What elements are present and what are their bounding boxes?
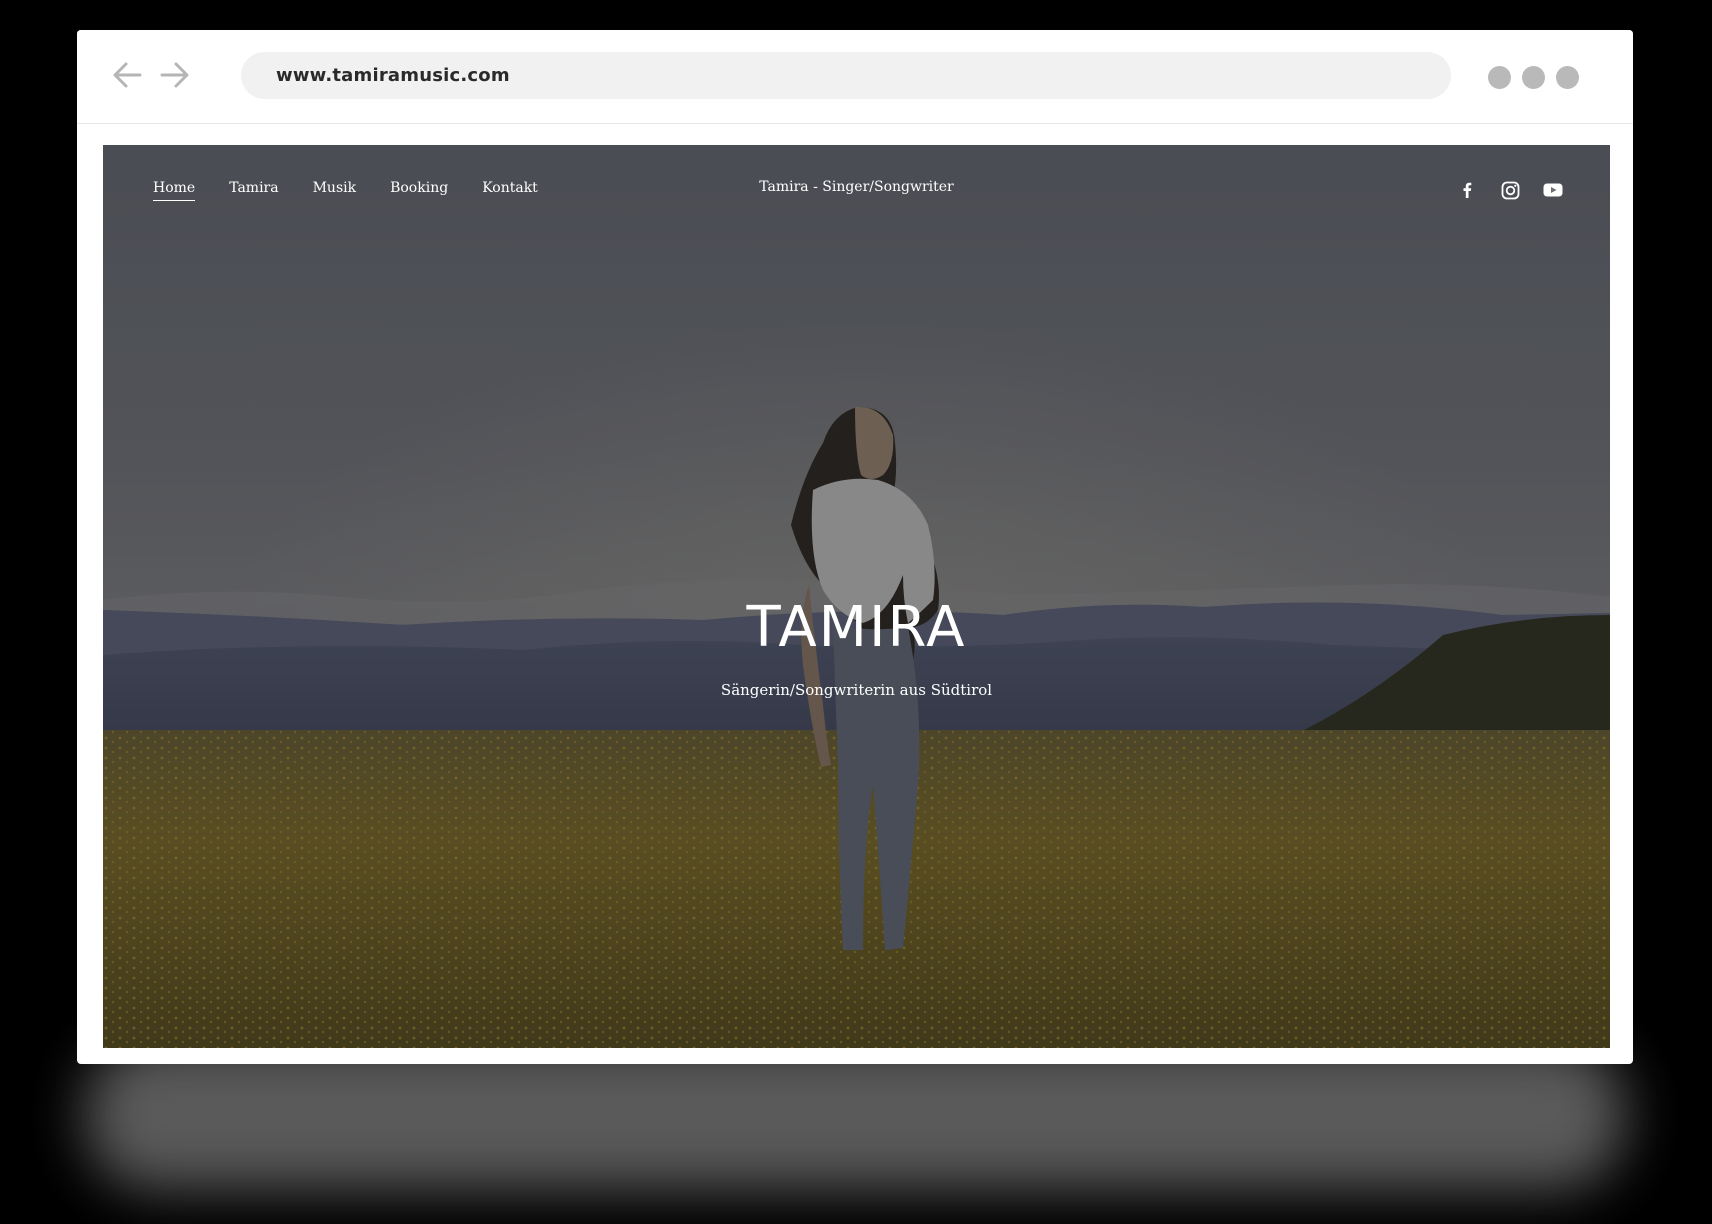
toolbar-divider: [77, 123, 1633, 124]
hero-subheading: Sängerin/Songwriterin aus Südtirol: [720, 681, 993, 699]
instagram-link[interactable]: [1498, 178, 1522, 202]
facebook-icon: [1463, 182, 1472, 198]
youtube-link[interactable]: [1541, 178, 1565, 202]
nav-link-booking[interactable]: Booking: [390, 180, 448, 200]
window-dot[interactable]: [1556, 66, 1579, 89]
facebook-link[interactable]: [1455, 178, 1479, 202]
nav-link-musik[interactable]: Musik: [313, 180, 357, 200]
screenshot-stage: www.tamiramusic.com Home Tamira Musik Bo…: [0, 0, 1712, 1224]
window-dot[interactable]: [1522, 66, 1545, 89]
arrow-right-icon[interactable]: [158, 58, 192, 92]
arrow-left-icon[interactable]: [110, 58, 144, 92]
social-links: [1436, 175, 1565, 205]
youtube-icon: [1543, 183, 1563, 197]
site-title-link[interactable]: Tamira - Singer/Songwriter: [759, 179, 954, 195]
site-nav: Home Tamira Musik Booking Kontakt: [153, 175, 572, 205]
nav-link-tamira[interactable]: Tamira: [229, 180, 278, 200]
instagram-icon: [1501, 181, 1519, 199]
hero-heading: TAMIRA: [746, 595, 967, 660]
website-viewport: Home Tamira Musik Booking Kontakt Tamira…: [103, 145, 1610, 1048]
address-bar[interactable]: www.tamiramusic.com: [241, 52, 1451, 99]
browser-window: www.tamiramusic.com Home Tamira Musik Bo…: [77, 30, 1633, 1064]
browser-toolbar: www.tamiramusic.com: [77, 30, 1633, 123]
url-text[interactable]: www.tamiramusic.com: [276, 52, 510, 99]
nav-link-kontakt[interactable]: Kontakt: [482, 180, 538, 200]
window-dot[interactable]: [1488, 66, 1511, 89]
nav-link-home[interactable]: Home: [153, 180, 196, 201]
